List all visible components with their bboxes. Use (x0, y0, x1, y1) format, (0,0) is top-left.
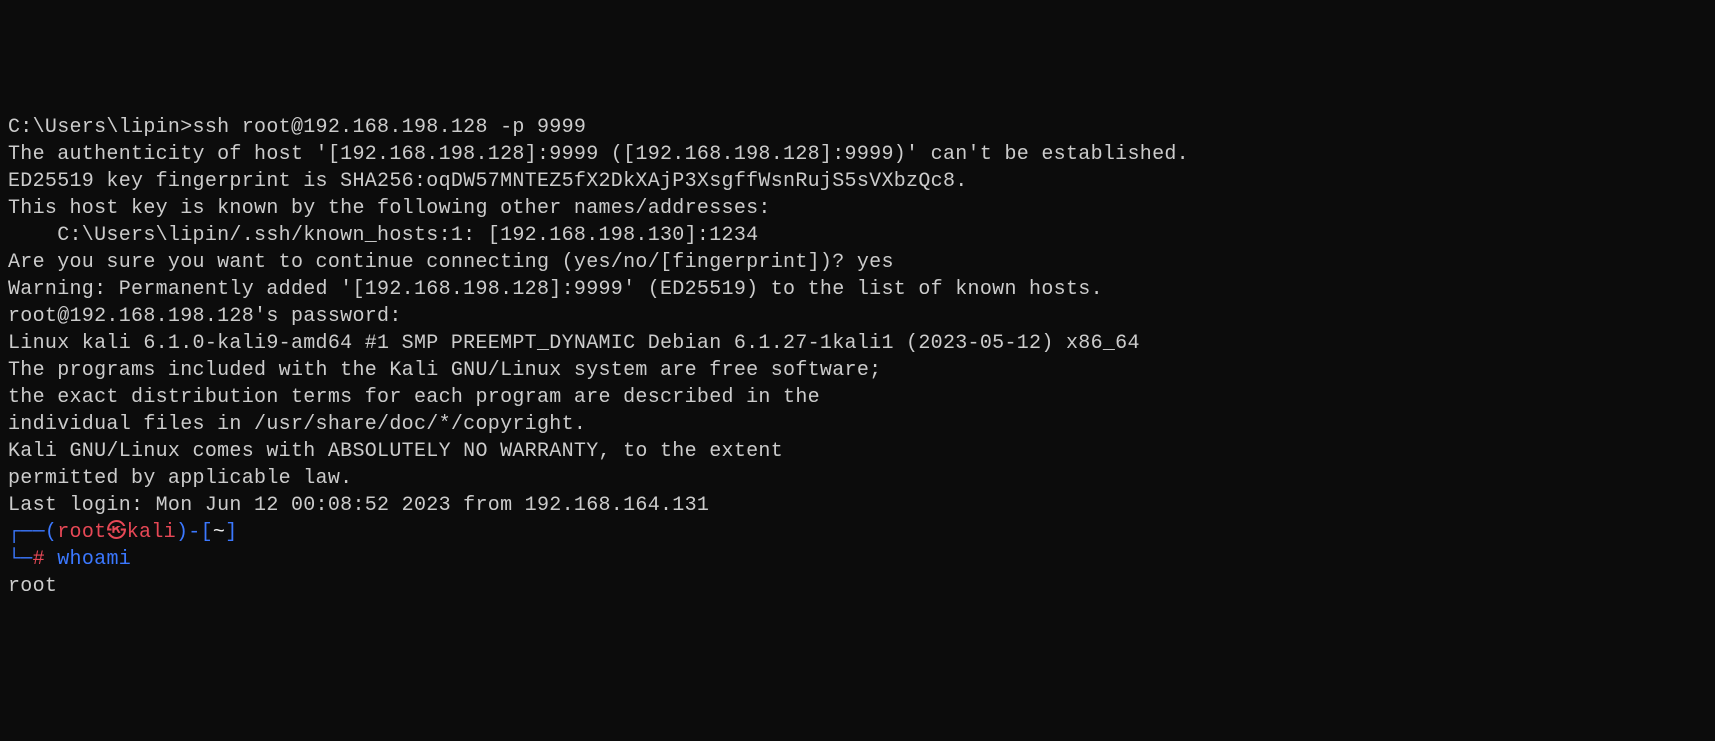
output-line: the exact distribution terms for each pr… (8, 384, 1707, 411)
output-line: The programs included with the Kali GNU/… (8, 357, 1707, 384)
terminal-output[interactable]: C:\Users\lipin>ssh root@192.168.198.128 … (8, 114, 1707, 600)
prompt-corner-icon: ┌──( (8, 521, 57, 544)
output-line: This host key is known by the following … (8, 195, 1707, 222)
output-line: permitted by applicable law. (8, 465, 1707, 492)
output-line: Kali GNU/Linux comes with ABSOLUTELY NO … (8, 438, 1707, 465)
ssh-command: ssh root@192.168.198.128 -p 9999 (193, 116, 587, 139)
prompt-close-paren: ) (176, 521, 188, 544)
output-line: The authenticity of host '[192.168.198.1… (8, 141, 1707, 168)
prompt-space (45, 548, 57, 571)
output-line: Are you sure you want to continue connec… (8, 249, 1707, 276)
whoami-command: whoami (57, 548, 131, 571)
prompt-host: kali (127, 521, 176, 544)
prompt-dash: - (188, 521, 200, 544)
kali-prompt-bottom: └─# whoami (8, 546, 1707, 573)
output-line: ED25519 key fingerprint is SHA256:oqDW57… (8, 168, 1707, 195)
cmd-line: C:\Users\lipin>ssh root@192.168.198.128 … (8, 114, 1707, 141)
prompt-hash: # (33, 548, 45, 571)
output-line: root (8, 573, 1707, 600)
prompt-corner-icon: └─ (8, 548, 33, 571)
output-line: individual files in /usr/share/doc/*/cop… (8, 411, 1707, 438)
output-line: Linux kali 6.1.0-kali9-amd64 #1 SMP PREE… (8, 330, 1707, 357)
output-line: C:\Users\lipin/.ssh/known_hosts:1: [192.… (8, 222, 1707, 249)
prompt-bracket: [ (201, 521, 213, 544)
output-line: Warning: Permanently added '[192.168.198… (8, 276, 1707, 303)
skull-icon: ㉿ (106, 521, 126, 544)
output-line: root@192.168.198.128's password: (8, 303, 1707, 330)
kali-prompt-top: ┌──(root㉿kali)-[~] (8, 519, 1707, 546)
prompt-user: root (57, 521, 106, 544)
prompt-cwd: ~ (213, 521, 225, 544)
prompt-bracket: ] (225, 521, 237, 544)
win-prompt: C:\Users\lipin> (8, 116, 193, 139)
output-line: Last login: Mon Jun 12 00:08:52 2023 fro… (8, 492, 1707, 519)
